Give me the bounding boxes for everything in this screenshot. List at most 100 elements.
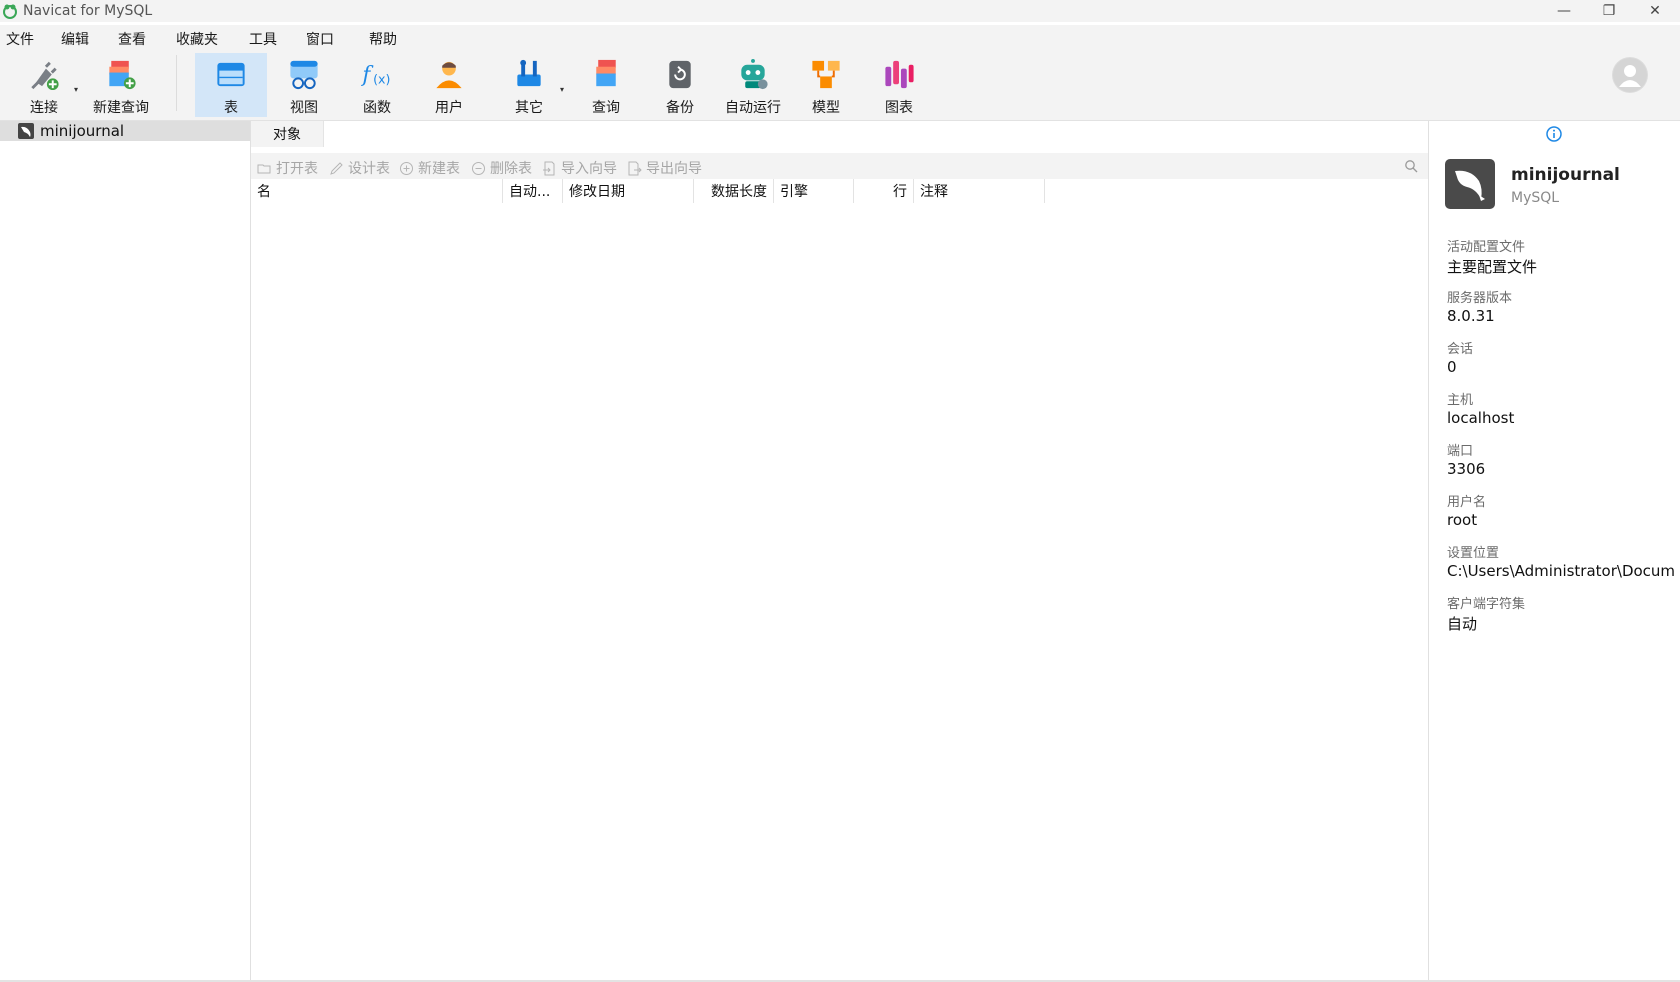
import-wizard-button[interactable]: 导入向导 [542, 158, 617, 178]
export-icon [628, 161, 642, 175]
dolphin-icon [1455, 170, 1485, 201]
import-icon [543, 161, 555, 175]
backup-icon [669, 60, 691, 89]
column-auto-label: 自动... [509, 184, 551, 200]
table-label: 表 [224, 100, 238, 116]
view-label: 视图 [290, 100, 318, 116]
prop-value: C:\Users\Administrator\Docum [1447, 562, 1676, 580]
export-wizard-button[interactable]: 导出向导 [627, 158, 702, 178]
table-button[interactable]: 表 [195, 53, 267, 117]
function-button[interactable]: f (x) 函数 [353, 53, 401, 117]
new-query-button[interactable]: 新建查询 [90, 53, 152, 117]
design-table-label: 设计表 [348, 161, 390, 177]
menu-tools[interactable]: 工具 [249, 29, 277, 49]
object-list-header: 名 自动... 修改日期 数据长度 引擎 行 注释 [251, 179, 1428, 203]
column-rows[interactable]: 行 [854, 179, 914, 203]
info-icon[interactable] [1546, 126, 1562, 142]
column-data-length[interactable]: 数据长度 [694, 179, 774, 203]
automation-button[interactable]: 自动运行 [722, 53, 784, 117]
open-table-button[interactable]: 打开表 [257, 158, 318, 178]
model-icon [812, 60, 840, 89]
chart-button[interactable]: 图表 [875, 53, 923, 117]
connect-label: 连接 [30, 100, 58, 116]
close-icon: ✕ [1649, 3, 1661, 19]
import-wizard-label: 导入向导 [561, 161, 617, 177]
column-auto-increment[interactable]: 自动... [503, 179, 563, 203]
folder-open-icon [257, 164, 271, 173]
query-button[interactable]: 查询 [582, 53, 630, 117]
tab-objects[interactable]: 对象 [251, 121, 324, 147]
user-label: 用户 [435, 100, 463, 116]
prop-value: 主要配置文件 [1447, 258, 1538, 276]
svg-text:(x): (x) [373, 71, 390, 86]
maximize-button[interactable]: ❐ [1586, 0, 1632, 22]
column-data-length-label: 数据长度 [711, 184, 767, 200]
connection-tree: minijournal [0, 121, 251, 980]
connect-button[interactable]: 连接 [20, 53, 68, 117]
column-engine-label: 引擎 [780, 184, 808, 200]
prop-label: 用户名 [1447, 495, 1487, 510]
new-query-label: 新建查询 [93, 100, 149, 116]
pencil-icon [330, 161, 343, 175]
new-table-label: 新建表 [418, 161, 460, 177]
automation-label: 自动运行 [725, 100, 781, 116]
prop-label: 客户端字符集 [1447, 597, 1526, 612]
tab-objects-label: 对象 [273, 127, 301, 143]
other-label: 其它 [515, 100, 543, 116]
minimize-button[interactable]: — [1541, 0, 1587, 22]
menu-help[interactable]: 帮助 [369, 29, 397, 49]
view-button[interactable]: 视图 [280, 53, 328, 117]
restore-icon: ❐ [1602, 3, 1616, 19]
tools-other-icon [517, 59, 541, 87]
window-title: Navicat for MySQL [23, 3, 153, 19]
prop-value: 0 [1447, 358, 1457, 376]
mysql-connection-icon [18, 123, 34, 139]
chart-label: 图表 [885, 100, 913, 116]
menu-file[interactable]: 文件 [6, 29, 34, 49]
column-engine[interactable]: 引擎 [774, 179, 854, 203]
chart-icon [885, 60, 914, 89]
connection-item[interactable]: minijournal [0, 121, 250, 141]
search-icon[interactable] [1404, 159, 1418, 173]
table-icon [217, 62, 245, 87]
column-comment[interactable]: 注释 [914, 179, 1045, 203]
connect-dropdown-caret-icon[interactable]: ▾ [74, 85, 78, 94]
column-comment-label: 注释 [920, 184, 948, 200]
query-label: 查询 [592, 100, 620, 116]
column-name[interactable]: 名 [251, 179, 503, 203]
prop-value: localhost [1447, 409, 1515, 427]
robot-automation-icon [741, 58, 768, 90]
account-avatar[interactable] [1612, 57, 1648, 93]
info-panel: minijournal MySQL 活动配置文件 主要配置文件 服务器版本 8.… [1428, 121, 1680, 980]
other-dropdown-caret-icon[interactable]: ▾ [560, 85, 564, 94]
model-button[interactable]: 模型 [802, 53, 850, 117]
prop-label: 端口 [1447, 444, 1474, 459]
export-wizard-label: 导出向导 [646, 161, 702, 177]
connection-type: MySQL [1511, 190, 1560, 206]
prop-label: 服务器版本 [1447, 291, 1513, 306]
menu-window[interactable]: 窗口 [306, 29, 334, 49]
tab-bar: 对象 [251, 121, 1428, 147]
prop-label: 会话 [1447, 342, 1474, 357]
new-table-button[interactable]: 新建表 [399, 158, 460, 178]
navicat-logo-icon [3, 4, 17, 19]
object-pane: 对象 打开表 设计表 新建表 删除表 导入向导 导出向导 名 自动... 修改日… [251, 121, 1428, 980]
menu-favorites[interactable]: 收藏夹 [176, 29, 218, 49]
user-icon [436, 61, 462, 89]
column-modified-date[interactable]: 修改日期 [563, 179, 694, 203]
menu-view[interactable]: 查看 [118, 29, 146, 49]
menu-bar: 文件 编辑 查看 收藏夹 工具 窗口 帮助 [0, 25, 1680, 49]
design-table-button[interactable]: 设计表 [329, 158, 390, 178]
other-button[interactable]: 其它 [505, 53, 553, 117]
close-button[interactable]: ✕ [1632, 0, 1678, 22]
delete-table-button[interactable]: 删除表 [471, 158, 532, 178]
column-modified-label: 修改日期 [569, 184, 625, 200]
plus-circle-icon [400, 161, 413, 175]
user-button[interactable]: 用户 [425, 53, 473, 117]
backup-button[interactable]: 备份 [656, 53, 704, 117]
column-rows-label: 行 [893, 184, 907, 200]
prop-label: 设置位置 [1447, 546, 1500, 561]
menu-edit[interactable]: 编辑 [61, 29, 89, 49]
model-label: 模型 [812, 100, 840, 116]
column-name-label: 名 [257, 184, 271, 200]
